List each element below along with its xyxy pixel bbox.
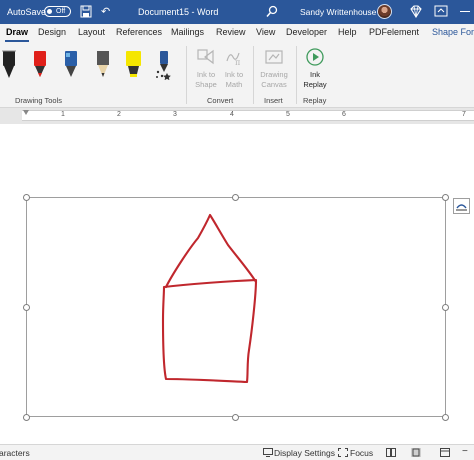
ruler-number: 7 [462, 111, 466, 118]
ink-to-shape-button[interactable]: Ink to Shape [192, 70, 220, 90]
ribbon: Drawing Tools Ink to Shape π Ink to Math… [0, 43, 474, 108]
pencil-icon[interactable] [94, 46, 114, 80]
focus-icon [338, 448, 348, 457]
resize-handle[interactable] [442, 194, 449, 201]
zoom-out-icon[interactable]: − [462, 446, 468, 457]
tab-design[interactable]: Design [38, 27, 66, 37]
tab-pdfelement[interactable]: PDFelement [369, 27, 419, 37]
display-settings-icon [263, 448, 273, 457]
tab-mailings[interactable]: Mailings [171, 27, 204, 37]
save-icon[interactable] [80, 5, 92, 18]
ink-replay-line2: Replay [303, 80, 327, 89]
display-settings-button[interactable]: Display Settings [274, 448, 335, 458]
diamond-icon[interactable] [409, 5, 423, 18]
horizontal-ruler[interactable]: 1 2 3 4 5 6 7 [22, 110, 474, 121]
user-name[interactable]: Sandy Writtenhouse [300, 7, 376, 17]
focus-button[interactable]: Focus [350, 448, 373, 458]
tab-review[interactable]: Review [216, 27, 246, 37]
highlighter-icon[interactable] [124, 46, 144, 80]
tab-view[interactable]: View [256, 27, 275, 37]
indent-marker-icon[interactable] [23, 110, 29, 116]
layout-options-button[interactable] [453, 198, 470, 214]
ribbon-separator [296, 46, 297, 104]
ruler-number: 6 [342, 111, 346, 118]
drawing-canvas-line2: Canvas [261, 80, 287, 89]
ink-replay-icon[interactable] [305, 47, 325, 67]
minimize-icon[interactable] [460, 11, 470, 12]
ink-to-shape-line2: Shape [195, 80, 217, 89]
galaxy-pen-icon[interactable] [62, 46, 82, 80]
resize-handle[interactable] [23, 304, 30, 311]
drawing-canvas-frame[interactable] [26, 197, 446, 417]
ink-to-math-line2: Math [225, 80, 243, 89]
toggle-knob [47, 9, 52, 14]
black-pen-icon[interactable] [0, 46, 20, 80]
ink-to-math-line1: Ink to [224, 70, 244, 79]
ink-to-shape-icon[interactable] [196, 47, 216, 67]
ink-replay-line1: Ink [309, 70, 320, 79]
tab-references[interactable]: References [116, 27, 162, 37]
ruler-number: 4 [230, 111, 234, 118]
resize-handle[interactable] [23, 414, 30, 421]
ribbon-separator [186, 46, 187, 104]
ink-to-math-icon[interactable]: π [224, 47, 244, 67]
ink-to-math-button[interactable]: Ink to Math [220, 70, 248, 90]
status-bar: aracters Display Settings Focus − [0, 444, 474, 460]
document-title: Document15 - Word [138, 7, 219, 17]
autosave-label: AutoSave [7, 7, 47, 17]
tab-layout[interactable]: Layout [78, 27, 105, 37]
ribbon-separator [253, 46, 254, 104]
svg-text:π: π [235, 58, 240, 67]
active-tab-indicator [5, 40, 29, 42]
replay-group-label: Replay [303, 96, 327, 105]
ruler-number: 5 [286, 111, 290, 118]
read-mode-icon[interactable] [386, 448, 396, 457]
resize-handle[interactable] [442, 414, 449, 421]
ink-replay-button[interactable]: Ink Replay [301, 70, 329, 90]
word-count-status[interactable]: aracters [0, 448, 30, 458]
drawing-canvas-icon[interactable] [264, 47, 284, 67]
autosave-state: Off [56, 8, 66, 15]
resize-handle[interactable] [232, 414, 239, 421]
layout-options-icon [456, 204, 467, 211]
print-layout-icon[interactable] [411, 448, 421, 457]
ruler-number: 2 [117, 111, 121, 118]
red-pen-icon[interactable] [31, 46, 51, 80]
resize-handle[interactable] [23, 194, 30, 201]
drawing-tools-group-label: Drawing Tools [15, 96, 62, 105]
title-bar: AutoSave Off ↶ Document15 - Word Sandy W… [0, 0, 474, 24]
drawing-canvas-line1: Drawing [260, 70, 288, 79]
undo-icon[interactable]: ↶ [101, 5, 110, 18]
tab-draw[interactable]: Draw [6, 27, 28, 37]
insert-group-label: Insert [264, 96, 283, 105]
action-pen-icon[interactable] [154, 46, 174, 80]
resize-handle[interactable] [232, 194, 239, 201]
ribbon-tabs: Draw Design Layout References Mailings R… [0, 24, 474, 43]
ruler-number: 1 [61, 111, 65, 118]
tab-developer[interactable]: Developer [286, 27, 327, 37]
avatar[interactable] [377, 4, 392, 19]
ribbon-display-options-icon[interactable] [434, 5, 448, 17]
autosave-toggle[interactable]: Off [44, 6, 71, 17]
tab-shape-format[interactable]: Shape Form [432, 27, 474, 37]
web-layout-icon[interactable] [440, 448, 450, 457]
ruler-number: 3 [173, 111, 177, 118]
search-icon[interactable] [266, 5, 278, 18]
resize-handle[interactable] [442, 304, 449, 311]
drawing-canvas-button[interactable]: Drawing Canvas [257, 70, 291, 90]
ink-to-shape-line1: Ink to [196, 70, 216, 79]
tab-help[interactable]: Help [338, 27, 357, 37]
convert-group-label: Convert [207, 96, 234, 105]
